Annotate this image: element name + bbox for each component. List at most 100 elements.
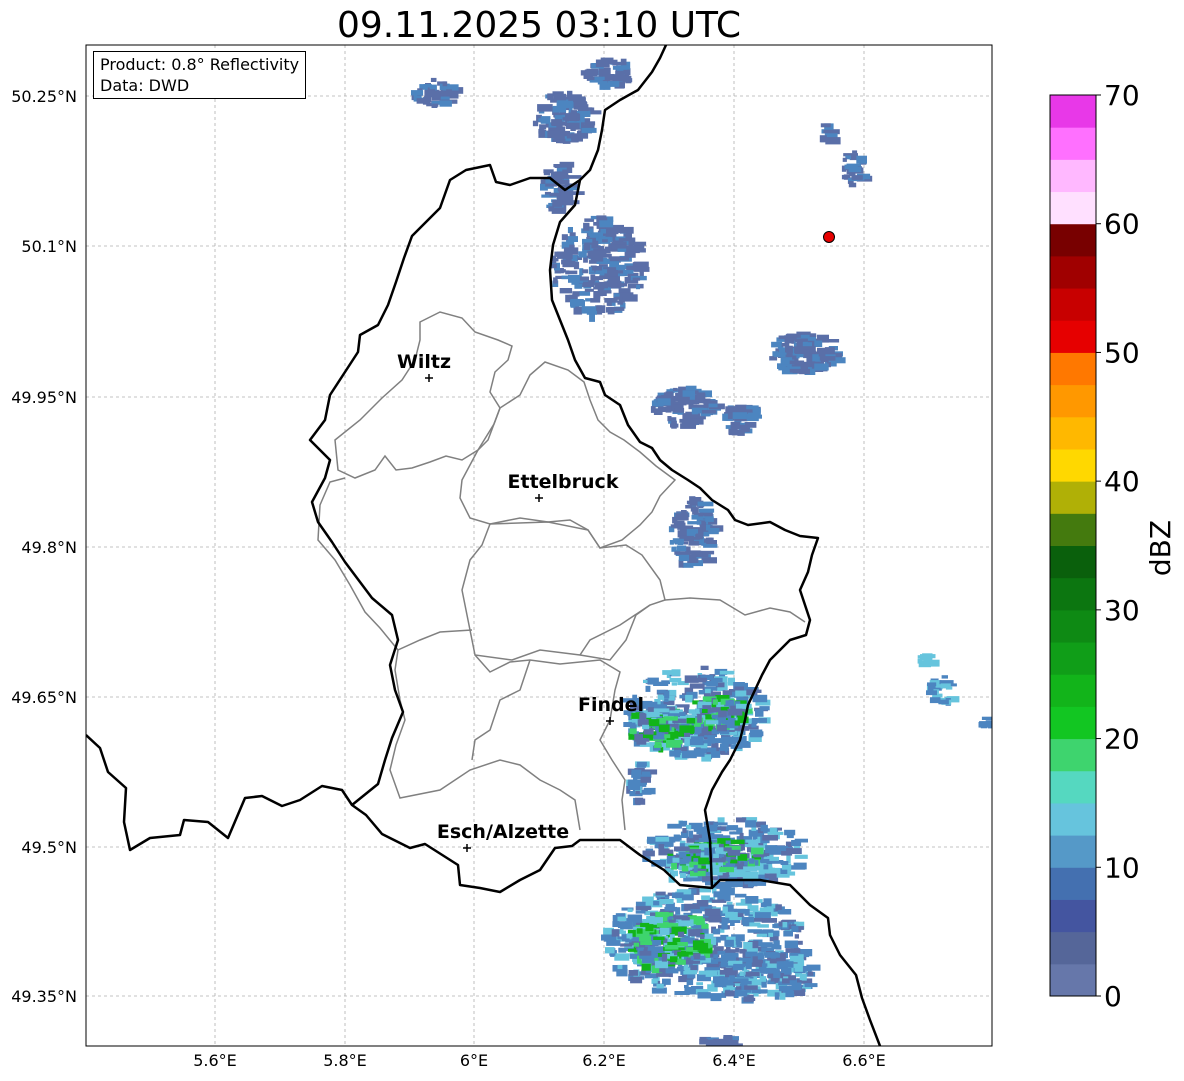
radar-echo-cell	[612, 965, 618, 972]
radar-echo-cell	[640, 922, 650, 928]
radar-echo-cell	[748, 858, 755, 864]
radar-echo-cell	[719, 670, 735, 675]
radar-echo-cell	[636, 928, 643, 934]
radar-echo-cell	[671, 669, 681, 676]
radar-echo-cell	[557, 102, 574, 108]
radar-echo-cell	[633, 241, 647, 246]
radar-echo-cell	[689, 683, 705, 689]
radar-echo-cell	[743, 942, 753, 949]
radar-echo-cell	[920, 654, 936, 659]
radar-echo-cell	[702, 400, 718, 404]
radar-echo-cell	[736, 817, 747, 823]
radar-echo-cell	[712, 928, 721, 935]
radar-echo-cell	[664, 698, 669, 702]
radar-echo-cell	[690, 965, 698, 971]
radar-echo-cell	[583, 243, 591, 250]
radar-echo-cell	[553, 164, 565, 168]
radar-echo-cell	[634, 266, 650, 272]
radar-echo-cell	[852, 150, 858, 154]
radar-echo-cell	[556, 139, 566, 144]
radar-echo-cell	[733, 424, 740, 429]
radar-echo-cell	[762, 834, 778, 841]
radar-echo-cell	[593, 286, 605, 290]
radar-echo-cell	[710, 993, 722, 1002]
radar-echo-cell	[752, 718, 767, 723]
radar-echo-cell	[785, 334, 791, 338]
radar-echo-cell	[687, 916, 704, 920]
radar-echo-cell	[685, 414, 701, 419]
radar-echo-cell	[657, 398, 671, 406]
radar-echo-cell	[641, 771, 651, 777]
radar-echo-cell	[674, 846, 690, 852]
radar-echo-cell	[793, 862, 807, 870]
radar-echo-cell	[630, 784, 641, 790]
radar-echo-cell	[641, 963, 651, 971]
radar-echo-cell	[820, 123, 831, 128]
radar-echo-cell	[800, 364, 808, 370]
radar-echo-cell	[697, 715, 702, 723]
radar-echo-cell	[730, 919, 735, 926]
radar-echo-cell	[594, 76, 605, 81]
radar-echo-cell	[727, 708, 743, 716]
place-label: Findel	[578, 694, 644, 716]
radar-echo-cell	[703, 544, 718, 548]
radar-echo-cell	[615, 256, 629, 261]
radar-echo-cell	[653, 744, 662, 748]
radar-echo-cell	[685, 505, 692, 509]
radar-echo-cell	[597, 81, 608, 85]
radar-echo-cell	[752, 956, 758, 963]
radar-echo-cell	[708, 528, 720, 533]
radar-echo-cell	[848, 166, 862, 173]
radar-echo-cell	[782, 978, 790, 984]
radar-echo-cell	[632, 262, 646, 267]
radar-echo-cell	[741, 917, 754, 922]
radar-echo-cell	[707, 1039, 716, 1043]
radar-echo-cell	[562, 117, 577, 121]
radar-echo-cell	[572, 291, 580, 297]
radar-echo-cell	[625, 918, 635, 922]
radar-echo-cell	[654, 960, 669, 969]
radar-echo-cell	[735, 936, 741, 945]
radar-echo-cell	[785, 345, 793, 353]
radar-echo-cell	[791, 982, 802, 991]
radar-echo-cell	[778, 909, 789, 915]
radar-echo-cell	[711, 677, 723, 683]
radar-echo-cell	[584, 288, 594, 292]
radar-echo-cell	[789, 368, 800, 373]
radar-echo-cell	[552, 200, 563, 207]
radar-echo-cell	[549, 192, 561, 197]
radar-echo-cell	[785, 948, 801, 953]
radar-echo-cell	[653, 900, 660, 906]
radar-echo-cell	[689, 849, 702, 854]
radar-echo-cell	[635, 790, 640, 795]
radar-echo-cell	[568, 94, 582, 101]
radar-echo-cell	[645, 900, 654, 906]
radar-echo-cell	[670, 870, 678, 877]
radar-echo-cell	[614, 953, 630, 961]
radar-echo-cell	[992, 720, 1006, 724]
radar-echo-cell	[550, 98, 557, 103]
radar-echo-cell	[616, 969, 628, 977]
radar-echo-cell	[716, 1040, 731, 1046]
radar-echo-cell	[719, 866, 734, 873]
radar-echo-cell	[670, 423, 677, 427]
radar-echo-cell	[713, 891, 723, 898]
radar-echo-cell	[642, 919, 650, 924]
radar-echo-cell	[724, 893, 731, 901]
radar-echo-cell	[634, 797, 644, 805]
radar-echo-cell	[640, 776, 651, 783]
radar-echo-cell	[632, 277, 641, 281]
radar-echo-cell	[633, 942, 640, 947]
radar-echo-cell	[814, 363, 829, 371]
radar-echo-cell	[623, 270, 634, 274]
radar-echo-cell	[612, 921, 628, 927]
radar-echo-cell	[690, 870, 706, 877]
radar-echo-cell	[724, 990, 735, 997]
radar-echo-cell	[689, 738, 704, 746]
product-label: Product: 0.8° Reflectivity	[100, 55, 300, 74]
radar-echo-cell	[700, 934, 705, 939]
radar-echo-cell	[669, 750, 676, 757]
radar-echo-cell	[940, 683, 951, 689]
radar-echo-cell	[720, 743, 729, 751]
radar-echo-cell	[727, 849, 741, 856]
